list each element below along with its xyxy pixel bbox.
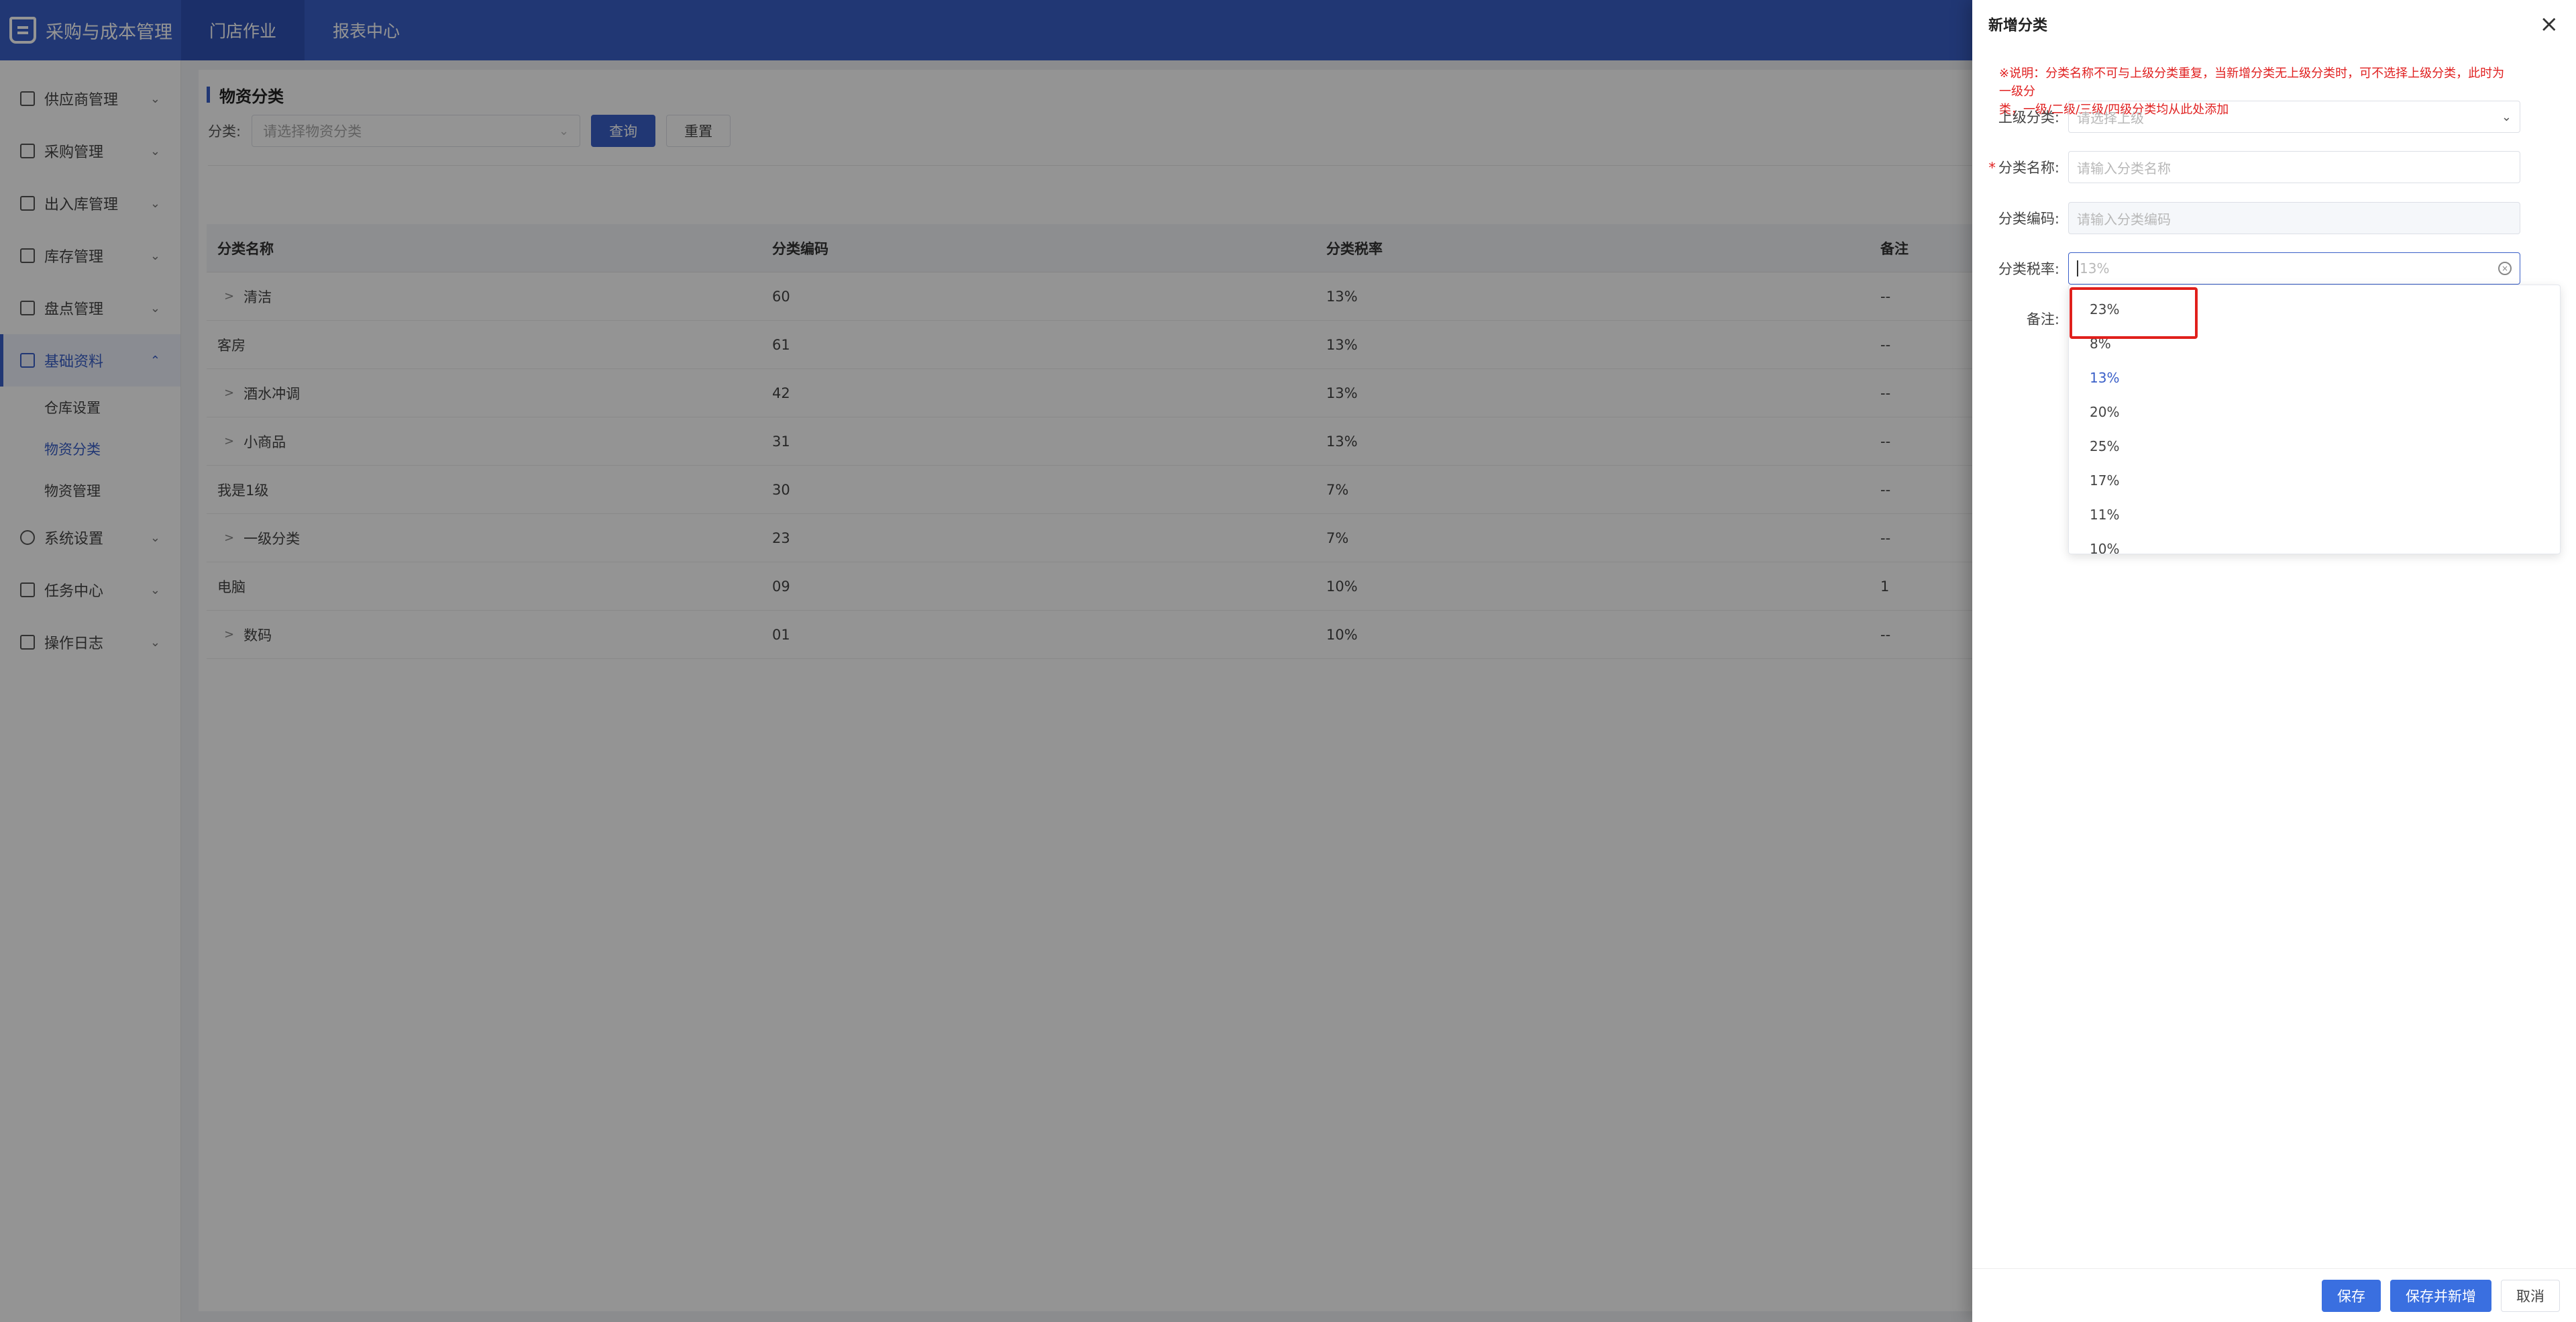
annotation-highlight-box — [2070, 287, 2198, 339]
tax-rate-placeholder: 13% — [2080, 260, 2110, 276]
category-name-placeholder: 请输入分类名称 — [2077, 160, 2171, 176]
close-icon[interactable]: × — [2540, 13, 2559, 36]
drawer-footer: 保存 保存并新增 取消 — [1972, 1268, 2576, 1322]
category-code-input[interactable]: 请输入分类编码 — [2068, 202, 2520, 234]
parent-category-select[interactable]: 请选择上级 ⌄ — [2068, 101, 2520, 133]
tax-rate-label: 分类税率: — [1998, 261, 2059, 277]
drawer-title: 新增分类 — [1988, 17, 2048, 34]
rate-option[interactable]: 11% — [2069, 497, 2560, 531]
form-row-name: * 分类名称: 请输入分类名称 — [1972, 150, 2576, 185]
drawer-header: 新增分类 × — [1972, 0, 2576, 48]
add-category-drawer: 新增分类 × ※说明：分类名称不可与上级分类重复，当新增分类无上级分类时，可不选… — [1972, 0, 2576, 1322]
tax-rate-select[interactable]: 13% × — [2068, 252, 2520, 285]
chevron-down-icon: ⌄ — [2501, 109, 2512, 124]
form-row-code: 分类编码: 请输入分类编码 — [1972, 201, 2576, 236]
modal-mask[interactable] — [0, 0, 1972, 1322]
category-name-label: * 分类名称: — [1972, 157, 2065, 177]
required-mark: * — [1988, 160, 1996, 176]
save-button[interactable]: 保存 — [2322, 1279, 2381, 1312]
parent-category-label: 上级分类: — [1998, 109, 2059, 125]
form-row-parent: 上级分类: 请选择上级 ⌄ — [1972, 99, 2576, 134]
rate-option-selected[interactable]: 13% — [2069, 360, 2560, 395]
rate-option[interactable]: 10% — [2069, 531, 2560, 554]
text-caret — [2077, 260, 2078, 276]
category-code-placeholder: 请输入分类编码 — [2077, 211, 2171, 227]
note-label: 备注: — [2026, 311, 2059, 327]
category-name-label-text: 分类名称: — [1998, 160, 2059, 176]
rate-option[interactable]: 20% — [2069, 395, 2560, 429]
notice-line: ※说明：分类名称不可与上级分类重复，当新增分类无上级分类时，可不选择上级分类，此… — [1999, 66, 2505, 99]
clear-icon[interactable]: × — [2498, 262, 2512, 275]
save-and-new-button[interactable]: 保存并新增 — [2390, 1279, 2491, 1312]
category-name-input[interactable]: 请输入分类名称 — [2068, 151, 2520, 183]
parent-category-placeholder: 请选择上级 — [2077, 109, 2144, 126]
cancel-button[interactable]: 取消 — [2501, 1279, 2560, 1312]
category-code-label: 分类编码: — [1998, 211, 2059, 227]
rate-option[interactable]: 17% — [2069, 463, 2560, 497]
form-row-rate: 分类税率: 13% × — [1972, 251, 2576, 286]
rate-option[interactable]: 25% — [2069, 429, 2560, 463]
